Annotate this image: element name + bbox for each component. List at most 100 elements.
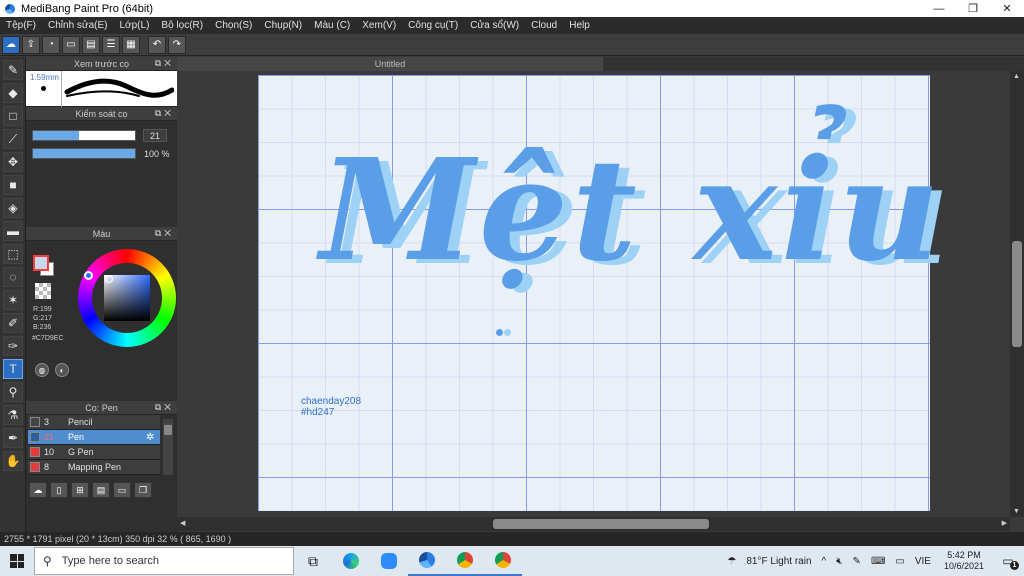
restore-button[interactable]: ❐ (956, 0, 990, 17)
menu-layer[interactable]: Lớp(L) (114, 20, 156, 31)
panel-float-close-icons[interactable]: ⧉✕ (155, 108, 174, 119)
gradient-tool-icon[interactable]: ▬ (3, 221, 23, 241)
vertical-scroll-thumb[interactable] (1012, 241, 1022, 347)
list-icon[interactable]: ☰ (102, 35, 120, 54)
palette-settings-icon[interactable]: ◐ (55, 363, 69, 377)
volume-muted-icon[interactable]: 🔇︎ (836, 556, 842, 567)
sv-marker[interactable] (105, 275, 113, 283)
operation-tool-icon[interactable]: ⚲ (3, 382, 23, 402)
clock[interactable]: 5:42 PM 10/6/2021 (944, 550, 984, 572)
edge-icon[interactable] (332, 546, 370, 576)
brush-opacity-slider[interactable] (32, 148, 136, 159)
select-eraser-tool-icon[interactable]: ✑ (3, 336, 23, 356)
canvas-area[interactable]: Mệt xỉu Mệt xỉu chaenday208 #hd247 (177, 71, 1010, 517)
keyboard-icon[interactable]: ⌨ (871, 556, 885, 567)
signature-tag: #hd247 (301, 407, 335, 418)
panel-float-close-icons[interactable]: ⧉✕ (155, 402, 174, 413)
select-pen-tool-icon[interactable]: ✐ (3, 313, 23, 333)
pen-icon[interactable]: ✎ (853, 556, 861, 567)
dotted-brush-tool-icon[interactable]: ⟋ (3, 129, 23, 149)
minimize-button[interactable]: — (922, 0, 956, 17)
scroll-up-icon[interactable]: ▲ (1013, 73, 1020, 80)
comment-icon[interactable]: ◔ (42, 35, 60, 54)
brush-item-pen[interactable]: 21 Pen ✲ (28, 430, 160, 445)
hand-tool-icon[interactable]: ✋ (3, 451, 23, 471)
bucket-tool-icon[interactable]: ◈ (3, 198, 23, 218)
menu-window[interactable]: Cửa sổ(W) (464, 20, 525, 31)
select-tool-icon[interactable]: ⬚ (3, 244, 23, 264)
menu-file[interactable]: Tệp(F) (0, 20, 42, 31)
cloud-icon[interactable]: ☁ (2, 35, 20, 54)
menu-cloud[interactable]: Cloud (525, 20, 563, 31)
new-brush-icon[interactable]: ▯ (50, 482, 68, 498)
brush-size-value[interactable]: 21 (143, 129, 167, 142)
panel-float-close-icons[interactable]: ⧉✕ (155, 228, 174, 239)
brush-actions: ☁ ▯ ⊞ ▤ ▭ ❐ (26, 479, 177, 501)
taskbar-search[interactable]: ⚲ Type here to search (34, 547, 294, 575)
share-icon[interactable]: ⇪ (22, 35, 40, 54)
canvas-paper[interactable]: Mệt xỉu Mệt xỉu chaenday208 #hd247 (258, 75, 950, 511)
brush-item-g-pen[interactable]: 10 G Pen (28, 445, 160, 460)
brush-settings-icon[interactable]: ▤ (92, 482, 110, 498)
canvas-vertical-scrollbar[interactable]: ▲ ▼ (1010, 71, 1024, 517)
text-tool-icon[interactable]: T (3, 359, 23, 379)
menu-select[interactable]: Chọn(S) (209, 20, 258, 31)
document-tab-bar: Untitled (177, 57, 1024, 71)
gear-icon[interactable]: ✲ (146, 432, 160, 443)
rectangle-tool-icon[interactable]: □ (3, 106, 23, 126)
redo-button[interactable]: ↷ (168, 35, 186, 54)
brush-list-scrollbar[interactable] (163, 419, 173, 475)
notification-icon[interactable]: ▭ 1 (997, 552, 1019, 570)
medibang-taskbar-icon[interactable] (408, 546, 446, 576)
menu-filter[interactable]: Bộ lọc(R) (155, 20, 209, 31)
duplicate-icon[interactable]: ❐ (134, 482, 152, 498)
close-button[interactable]: ✕ (990, 0, 1024, 17)
add-brush-icon[interactable]: ⊞ (71, 482, 89, 498)
weather-text[interactable]: 81°F Light rain (746, 556, 811, 567)
brush-size-slider[interactable] (32, 130, 136, 141)
panel-float-close-icons[interactable]: ⧉✕ (155, 58, 174, 69)
display-icon[interactable]: ▭ (895, 556, 904, 567)
cloud-brush-icon[interactable]: ☁ (29, 482, 47, 498)
transparent-color-swatch[interactable] (35, 283, 51, 299)
scroll-down-icon[interactable]: ▼ (1013, 508, 1020, 515)
brush-size: 3 (44, 417, 50, 427)
brush-item-mapping-pen[interactable]: 8 Mapping Pen (28, 460, 160, 475)
zoom-icon[interactable] (370, 546, 408, 576)
eraser-tool-icon[interactable]: ◆ (3, 83, 23, 103)
lasso-tool-icon[interactable]: ◌ (3, 267, 23, 287)
foreground-color-swatch[interactable] (33, 255, 49, 271)
weather-icon[interactable]: ☂ (727, 556, 736, 567)
chat-icon[interactable]: ▭ (62, 35, 80, 54)
brush-tool-icon[interactable]: ✎ (3, 60, 23, 80)
chrome-profile-icon[interactable] (484, 546, 522, 576)
hue-marker[interactable] (84, 271, 93, 280)
tray-chevron-icon[interactable]: ^ (822, 556, 827, 567)
menu-snap[interactable]: Chụp(N) (258, 20, 308, 31)
language-indicator[interactable]: VIE (915, 556, 931, 567)
horizontal-scroll-thumb[interactable] (493, 519, 709, 529)
move-tool-icon[interactable]: ✥ (3, 152, 23, 172)
canvas-horizontal-scrollbar[interactable]: ◀ ▶ (177, 517, 1010, 531)
task-view-icon[interactable]: ⧉ (294, 546, 332, 576)
chrome-icon[interactable] (446, 546, 484, 576)
grid-icon[interactable]: ▦ (122, 35, 140, 54)
folder-icon[interactable]: ▭ (113, 482, 131, 498)
fill-shape-tool-icon[interactable]: ■ (3, 175, 23, 195)
magic-wand-tool-icon[interactable]: ✶ (3, 290, 23, 310)
palette-icon[interactable]: ◍ (35, 363, 49, 377)
page-icon[interactable]: ▤ (82, 35, 100, 54)
menu-help[interactable]: Help (563, 20, 596, 31)
scroll-right-icon[interactable]: ▶ (1002, 519, 1007, 527)
undo-button[interactable]: ↶ (148, 35, 166, 54)
menu-color[interactable]: Màu (C) (308, 20, 356, 31)
menu-view[interactable]: Xem(V) (356, 20, 402, 31)
scroll-left-icon[interactable]: ◀ (180, 519, 185, 527)
document-tab[interactable]: Untitled (177, 57, 603, 71)
menu-tools[interactable]: Công cụ(T) (402, 20, 464, 31)
brush-item-pencil[interactable]: 3 Pencil (28, 415, 160, 430)
dropper-tool-icon[interactable]: ⚗ (3, 405, 23, 425)
start-button[interactable] (0, 546, 34, 576)
menu-edit[interactable]: Chỉnh sửa(E) (42, 20, 114, 31)
eyedropper-tool-icon[interactable]: ✒ (3, 428, 23, 448)
